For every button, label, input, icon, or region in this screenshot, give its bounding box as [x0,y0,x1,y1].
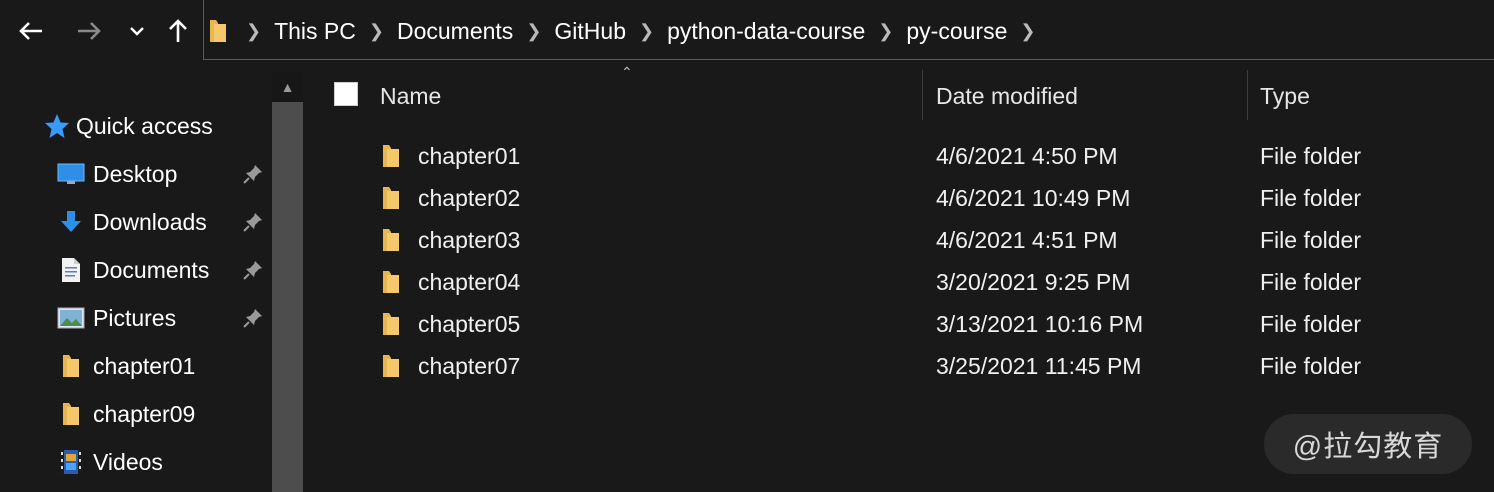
file-type: File folder [1260,142,1361,169]
sidebar-item-label: Pictures [93,304,177,331]
folder-icon [57,353,85,379]
table-row[interactable]: chapter05 3/13/2021 10:16 PM File folder [380,303,1480,345]
folder-icon [380,261,402,303]
back-button[interactable] [14,14,48,48]
forward-arrow-icon [78,22,101,40]
chevron-down-icon [130,27,144,36]
file-date-modified: 4/6/2021 4:50 PM [936,142,1118,169]
file-type: File folder [1260,352,1361,379]
pin-icon[interactable] [242,163,264,185]
breadcrumb-separator-icon[interactable]: ❯ [1020,21,1035,42]
file-name[interactable]: chapter04 [418,261,520,303]
pin-icon[interactable] [242,211,264,233]
file-type: File folder [1260,310,1361,337]
sidebar-item-pictures[interactable]: Pictures [57,298,176,338]
videos-icon [57,449,85,475]
sidebar-item-documents[interactable]: Documents [57,250,209,290]
sidebar-item-downloads[interactable]: Downloads [57,202,207,242]
table-row[interactable]: chapter07 3/25/2021 11:45 PM File folder [380,345,1480,387]
folder-icon [380,303,402,345]
sidebar-item-chapter09[interactable]: chapter09 [57,394,195,434]
file-name[interactable]: chapter07 [418,345,520,387]
table-row[interactable]: chapter04 3/20/2021 9:25 PM File folder [380,261,1480,303]
table-row[interactable]: chapter02 4/6/2021 10:49 PM File folder [380,177,1480,219]
sidebar-item-label: Desktop [93,160,178,187]
sidebar-item-label: Documents [93,256,210,283]
file-date-modified: 4/6/2021 10:49 PM [936,184,1131,211]
select-all-checkbox[interactable] [334,82,358,106]
breadcrumb-separator-icon[interactable]: ❯ [369,21,384,42]
folder-icon [380,219,402,261]
file-date-modified: 3/20/2021 9:25 PM [936,268,1131,295]
breadcrumb-separator-icon[interactable]: ❯ [639,21,654,42]
breadcrumb-separator-icon[interactable]: ❯ [246,21,261,42]
sidebar-item-label: chapter01 [93,352,196,379]
breadcrumb-item[interactable]: GitHub [551,18,629,45]
breadcrumb-item[interactable]: py-course [903,18,1010,45]
folder-icon [380,177,402,219]
desktop-icon [57,161,85,187]
column-header-type[interactable]: Type [1260,70,1310,122]
sidebar-item-videos[interactable]: Videos [57,442,163,482]
sidebar-item-desktop[interactable]: Desktop [57,154,177,194]
file-type: File folder [1260,268,1361,295]
breadcrumb-item[interactable]: This PC [271,18,359,45]
file-type: File folder [1260,226,1361,253]
documents-icon [57,257,85,283]
folder-icon [57,401,85,427]
breadcrumb-separator-icon[interactable]: ❯ [878,21,893,42]
sidebar-item-label: Videos [93,448,163,475]
file-type: File folder [1260,184,1361,211]
scrollbar-thumb[interactable] [272,102,303,492]
forward-button[interactable] [72,14,106,48]
file-date-modified: 3/13/2021 10:16 PM [936,310,1144,337]
folder-icon [208,18,228,44]
column-header-name[interactable]: Name [380,70,441,122]
back-arrow-icon [19,22,42,40]
column-divider[interactable] [1247,70,1248,120]
file-date-modified: 4/6/2021 4:51 PM [936,226,1118,253]
table-row[interactable]: chapter03 4/6/2021 4:51 PM File folder [380,219,1480,261]
up-arrow-icon [169,19,187,42]
breadcrumb-separator-icon[interactable]: ❯ [526,21,541,42]
sidebar-item-chapter01[interactable]: chapter01 [57,346,195,386]
pin-icon[interactable] [242,307,264,329]
folder-icon [380,135,402,177]
sidebar-item-quick-access[interactable]: Quick access [44,106,213,146]
column-divider[interactable] [922,70,923,120]
table-row[interactable]: chapter01 4/6/2021 4:50 PM File folder [380,135,1480,177]
file-name[interactable]: chapter03 [418,219,520,261]
file-name[interactable]: chapter05 [418,303,520,345]
folder-icon [380,345,402,387]
breadcrumb: ❯ This PC ❯ Documents ❯ GitHub ❯ python-… [208,0,1045,62]
sidebar-item-label: Quick access [76,112,213,139]
pictures-icon [57,305,85,331]
up-button[interactable] [161,14,195,48]
file-date-modified: 3/25/2021 11:45 PM [936,352,1142,379]
file-name[interactable]: chapter02 [418,177,520,219]
sidebar-item-label: chapter09 [93,400,196,427]
sort-ascending-icon: ⌃ [621,64,633,80]
sidebar-item-label: Downloads [93,208,207,235]
breadcrumb-item[interactable]: python-data-course [664,18,868,45]
star-icon [44,113,70,139]
pin-icon[interactable] [242,259,264,281]
watermark: @拉勾教育 [1264,414,1472,474]
recent-locations-button[interactable] [120,14,154,48]
scroll-up-icon[interactable]: ▲ [272,72,303,102]
file-name[interactable]: chapter01 [418,135,520,177]
downloads-icon [57,209,85,235]
breadcrumb-item[interactable]: Documents [394,18,516,45]
column-header-date-modified[interactable]: Date modified [936,70,1078,122]
